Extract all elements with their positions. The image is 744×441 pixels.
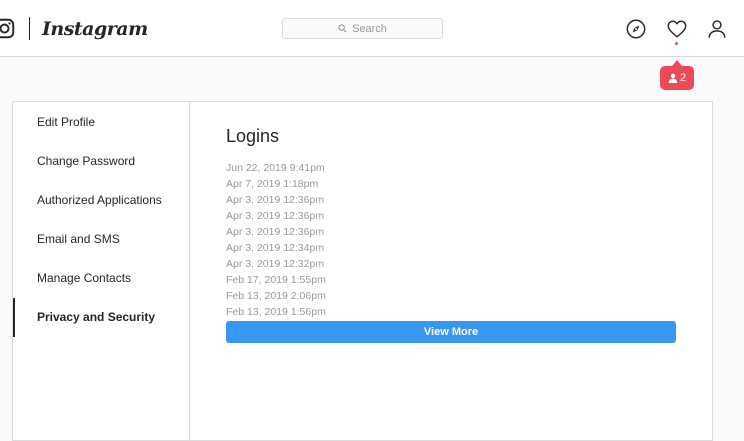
sidebar-item-authorized-applications[interactable]: Authorized Applications: [13, 181, 189, 220]
login-entry: Feb 13, 2019 1:56pm: [226, 306, 326, 318]
login-entry: Apr 3, 2019 12:32pm: [226, 258, 325, 270]
settings-sidebar: Edit Profile Change Password Authorized …: [13, 102, 190, 440]
search-icon: [338, 24, 347, 33]
instagram-logo-icon[interactable]: [0, 18, 15, 39]
top-navigation-bar: Instagram Search: [0, 0, 744, 57]
login-entry: Apr 3, 2019 12:36pm: [226, 194, 325, 206]
sidebar-item-edit-profile[interactable]: Edit Profile: [13, 103, 189, 142]
compass-icon[interactable]: [625, 18, 647, 40]
sidebar-item-privacy-and-security[interactable]: Privacy and Security: [13, 298, 189, 337]
login-entry: Feb 13, 2019 2:06pm: [226, 290, 326, 302]
sidebar-item-email-and-sms[interactable]: Email and SMS: [13, 220, 189, 259]
login-history-list: Jun 22, 2019 9:41pm Apr 7, 2019 1:18pm A…: [226, 160, 326, 320]
instagram-wordmark[interactable]: Instagram: [42, 16, 148, 42]
logo-divider: [29, 17, 30, 40]
login-entry: Apr 3, 2019 12:34pm: [226, 242, 325, 254]
profile-icon[interactable]: [706, 18, 728, 40]
settings-panel: Edit Profile Change Password Authorized …: [12, 101, 713, 441]
view-more-button[interactable]: View More: [226, 321, 676, 343]
login-entry: Jun 22, 2019 9:41pm: [226, 162, 325, 174]
sidebar-item-change-password[interactable]: Change Password: [13, 142, 189, 181]
login-entry: Apr 3, 2019 12:36pm: [226, 210, 325, 222]
notification-dot: [675, 42, 678, 45]
login-entry: Apr 7, 2019 1:18pm: [226, 178, 319, 190]
heart-icon[interactable]: [666, 18, 688, 40]
login-entry: Apr 3, 2019 12:36pm: [226, 226, 325, 238]
person-icon: [668, 73, 678, 83]
notification-bubble[interactable]: 2: [660, 60, 694, 90]
search-input[interactable]: Search: [282, 18, 443, 39]
search-placeholder: Search: [352, 22, 387, 35]
notification-count: 2: [679, 72, 687, 84]
page-title: Logins: [226, 126, 280, 146]
login-entry: Feb 17, 2019 1:55pm: [226, 274, 326, 286]
sidebar-item-manage-contacts[interactable]: Manage Contacts: [13, 259, 189, 298]
